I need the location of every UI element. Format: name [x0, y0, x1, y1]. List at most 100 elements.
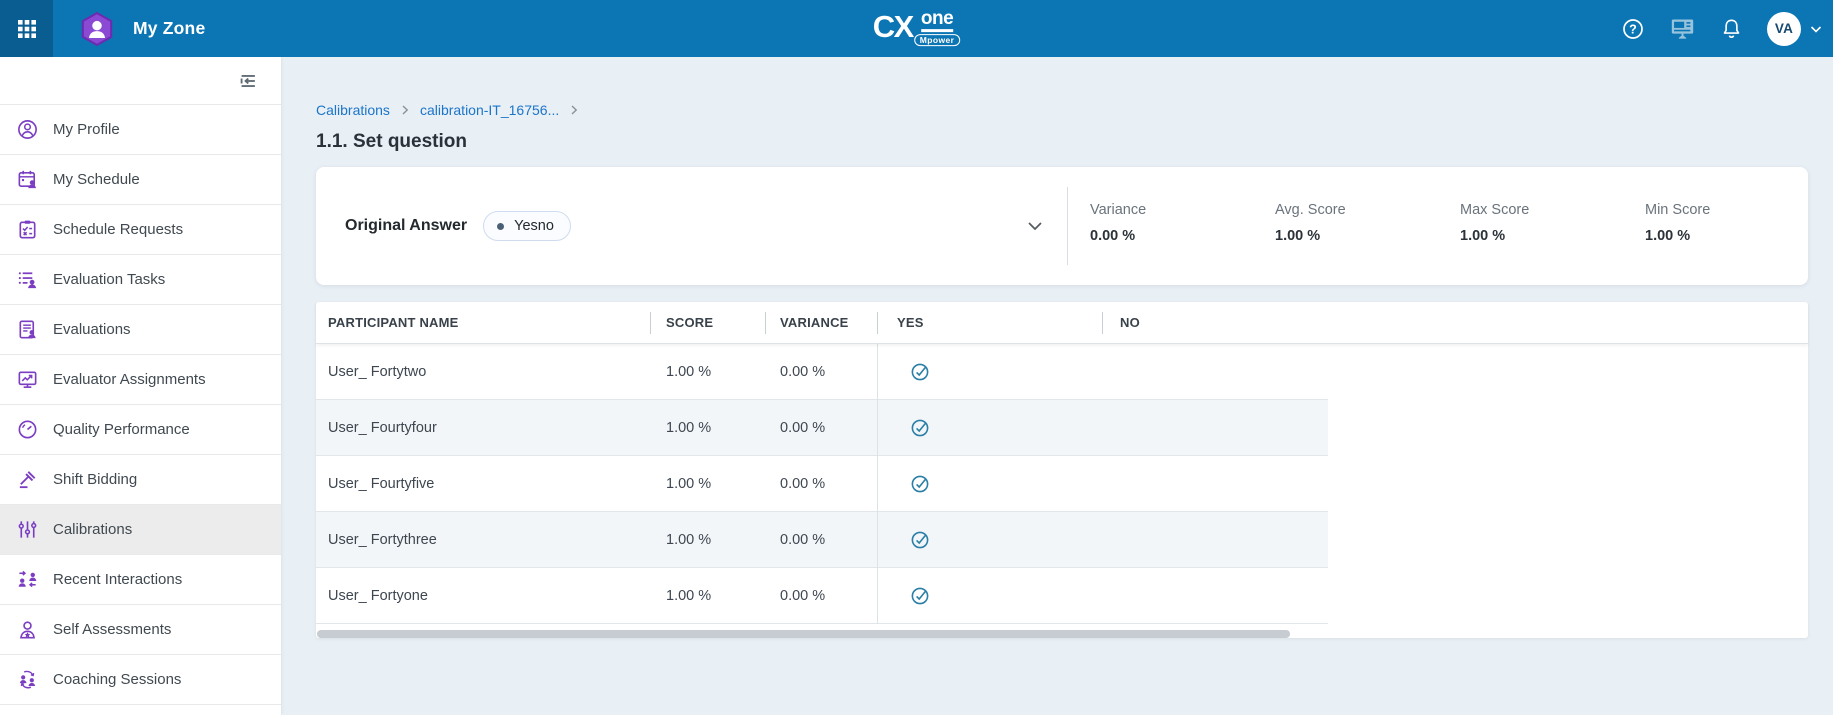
cell-participant-name: User_ Fourtyfive — [316, 456, 650, 512]
cell-variance: 0.00 % — [765, 400, 877, 456]
calibrations-icon — [19, 521, 35, 537]
evaluation-tasks-icon — [19, 272, 36, 288]
chevron-right-icon — [399, 104, 411, 116]
cell-variance: 0.00 % — [765, 568, 877, 624]
stat-block: Max Score 1.00 % — [1438, 202, 1623, 244]
top-bar: My Zone CX one Mpower ? — [0, 0, 1833, 57]
sidebar-item[interactable]: My Schedule — [0, 155, 281, 205]
app-root: My Zone CX one Mpower ? — [0, 0, 1833, 715]
horizontal-scrollbar[interactable] — [317, 630, 1807, 638]
sidebar-item[interactable]: My Profile — [0, 105, 281, 155]
question-summary-card: Original Answer Yesno — [316, 167, 1808, 285]
sidebar-collapse-button[interactable] — [237, 70, 259, 92]
stat-block: Min Score 1.00 % — [1623, 202, 1808, 244]
notifications-button[interactable] — [1720, 17, 1743, 40]
sidebar-nav: My Profile My Schedule Schedule Requests — [0, 104, 281, 705]
cell-variance: 0.00 % — [765, 456, 877, 512]
evaluations-icon — [20, 321, 35, 338]
answer-chip-label: Yesno — [514, 218, 554, 234]
stat-label: Max Score — [1460, 202, 1623, 218]
sidebar-item[interactable]: Shift Bidding — [0, 455, 281, 505]
stat-block: Avg. Score 1.00 % — [1253, 202, 1438, 244]
recent-interactions-icon — [19, 571, 37, 586]
stat-block: Variance 0.00 % — [1068, 202, 1253, 244]
sidebar-item[interactable]: Evaluations — [0, 305, 281, 355]
sidebar-item[interactable]: Quality Performance — [0, 405, 281, 455]
stat-label: Avg. Score — [1275, 202, 1438, 218]
stat-value: 1.00 % — [1460, 228, 1623, 244]
chevron-right-icon — [568, 104, 580, 116]
yes-check-icon — [910, 418, 930, 438]
cell-participant-name: User_ Fortythree — [316, 512, 650, 568]
help-button[interactable]: ? — [1621, 17, 1645, 41]
answer-chip[interactable]: Yesno — [483, 211, 571, 241]
column-header-yes: YES — [877, 302, 1102, 344]
column-header-score: SCORE — [650, 302, 765, 344]
cell-participant-name: User_ Fourtyfour — [316, 400, 650, 456]
cxone-logo: CX one Mpower — [873, 11, 961, 47]
column-header-variance: VARIANCE — [765, 302, 877, 344]
user-menu-button[interactable]: VA — [1767, 12, 1823, 46]
table-row[interactable]: User_ Fourtyfive 1.00 % 0.00 % — [316, 456, 1328, 512]
column-header-participant-name: PARTICIPANT NAME — [316, 302, 650, 344]
breadcrumb-link-calibration-id[interactable]: calibration-IT_16756... — [420, 102, 559, 118]
my-profile-icon — [19, 121, 36, 138]
table-header: PARTICIPANT NAME SCORE VARIANCE YES NO — [316, 302, 1808, 344]
cell-participant-name: User_ Fortyone — [316, 568, 650, 624]
table-row[interactable]: User_ Fortyone 1.00 % 0.00 % — [316, 568, 1328, 624]
participants-table: PARTICIPANT NAME SCORE VARIANCE YES NO U… — [316, 302, 1808, 638]
cell-score: 1.00 % — [650, 344, 765, 400]
collapse-sidebar-icon — [237, 70, 259, 92]
scrollbar-thumb[interactable] — [317, 630, 1290, 638]
stat-value: 0.00 % — [1090, 228, 1253, 244]
sidebar-item[interactable]: Coaching Sessions — [0, 655, 281, 705]
original-answer-label: Original Answer — [345, 217, 467, 235]
stat-label: Variance — [1090, 202, 1253, 218]
screen-share-button[interactable] — [1669, 15, 1696, 42]
table-row[interactable]: User_ Fortytwo 1.00 % 0.00 % — [316, 344, 1328, 400]
cell-score: 1.00 % — [650, 456, 765, 512]
breadcrumb-link-calibrations[interactable]: Calibrations — [316, 102, 390, 118]
sidebar-item[interactable]: Schedule Requests — [0, 205, 281, 255]
sidebar-item[interactable]: Evaluation Tasks — [0, 255, 281, 305]
screen-share-icon — [1669, 15, 1696, 42]
app-launcher-icon[interactable] — [0, 0, 53, 57]
sidebar-item[interactable]: Recent Interactions — [0, 555, 281, 605]
page-title: 1.1. Set question — [316, 131, 1833, 153]
schedule-requests-icon — [20, 221, 34, 238]
expand-question-button[interactable] — [1025, 216, 1045, 236]
cell-variance: 0.00 % — [765, 344, 877, 400]
chevron-down-icon — [1025, 216, 1045, 236]
stat-value: 1.00 % — [1645, 228, 1808, 244]
avatar: VA — [1767, 12, 1801, 46]
cell-score: 1.00 % — [650, 568, 765, 624]
cell-score: 1.00 % — [650, 512, 765, 568]
yes-check-icon — [910, 474, 930, 494]
sidebar-item[interactable]: Self Assessments — [0, 605, 281, 655]
app-title: My Zone — [133, 18, 205, 39]
cell-score: 1.00 % — [650, 400, 765, 456]
my-zone-hexagon-icon — [78, 10, 116, 48]
yes-check-icon — [910, 586, 930, 606]
help-icon: ? — [1621, 17, 1645, 41]
logo-one-text: one — [921, 11, 953, 32]
cell-variance: 0.00 % — [765, 512, 877, 568]
answer-dot-icon — [497, 223, 504, 230]
yes-check-icon — [910, 362, 930, 382]
main-content: Calibrations calibration-IT_16756... 1.1… — [281, 57, 1833, 715]
table-row[interactable]: User_ Fourtyfour 1.00 % 0.00 % — [316, 400, 1328, 456]
sidebar-item[interactable]: Evaluator Assignments — [0, 355, 281, 405]
stat-value: 1.00 % — [1275, 228, 1438, 244]
grid-icon — [15, 17, 39, 41]
logo-cx-text: CX — [873, 11, 913, 42]
score-stats: Variance 0.00 % Avg. Score 1.00 % Max Sc… — [1068, 202, 1808, 244]
logo-mpower-badge: Mpower — [914, 34, 961, 47]
column-header-no: NO — [1102, 302, 1328, 344]
table-row[interactable]: User_ Fortythree 1.00 % 0.00 % — [316, 512, 1328, 568]
breadcrumb: Calibrations calibration-IT_16756... — [316, 102, 1833, 118]
cell-participant-name: User_ Fortytwo — [316, 344, 650, 400]
sidebar: My Profile My Schedule Schedule Requests — [0, 57, 281, 715]
sidebar-item[interactable]: Calibrations — [0, 505, 281, 555]
svg-text:?: ? — [1629, 22, 1637, 36]
stat-label: Min Score — [1645, 202, 1808, 218]
